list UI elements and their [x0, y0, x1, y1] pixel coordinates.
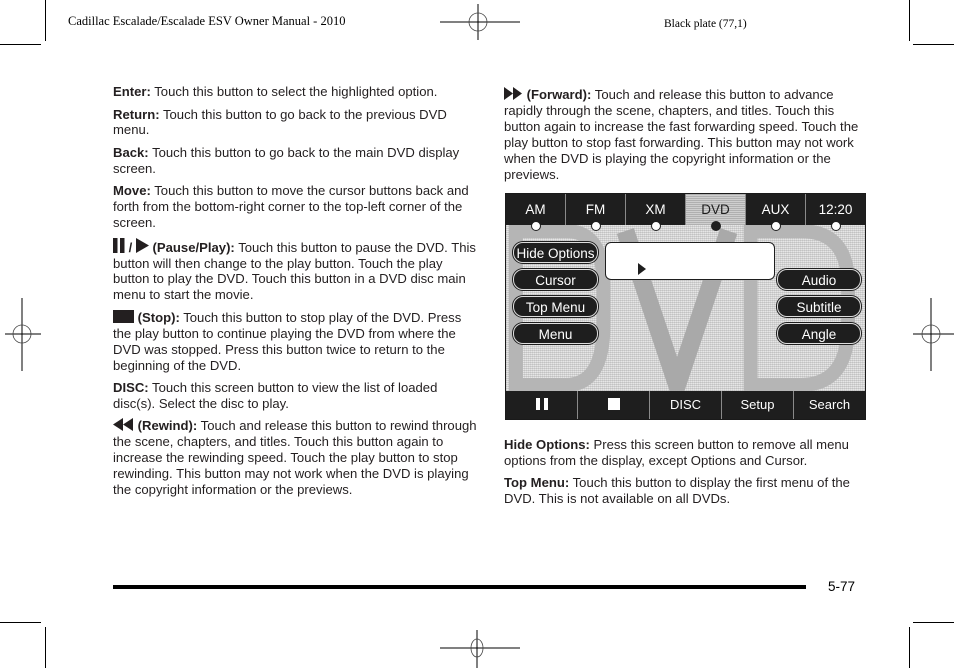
tab-xm[interactable]: XM [626, 194, 686, 231]
crop-mark-bl-h [0, 622, 41, 623]
indicator-dot-active [710, 221, 721, 231]
crop-mark-tl-v [45, 0, 46, 41]
entry-return: Return: Touch this button to go back to … [113, 107, 481, 139]
entry-disc: DISC: Touch this screen button to view t… [113, 380, 481, 412]
term: Back: [113, 144, 149, 160]
play-indicator-icon [638, 263, 646, 275]
tab-label: AUX [761, 202, 790, 217]
entry-back: Back: Touch this button to go back to th… [113, 145, 481, 177]
entry-hide-options: Hide Options: Press this screen button t… [504, 437, 869, 469]
entry-enter: Enter: Touch this button to select the h… [113, 84, 481, 100]
control-bar: DISC Setup Search [506, 391, 865, 419]
entry-stop: (Stop): Touch this button to stop play o… [113, 309, 481, 374]
subtitle-button[interactable]: Subtitle [777, 296, 861, 317]
entry-move: Move: Touch this button to move the curs… [113, 183, 481, 231]
tab-fm[interactable]: FM [566, 194, 626, 231]
term: Enter: [113, 84, 151, 99]
right-column: (Forward): Touch and release this button… [504, 87, 869, 189]
term: Hide Options: [504, 437, 590, 452]
left-column: Enter: Touch this button to select the h… [113, 84, 481, 505]
rewind-icon [113, 418, 133, 432]
playback-info-box [605, 242, 775, 280]
right-column-lower: Hide Options: Press this screen button t… [504, 437, 869, 514]
term: Return: [113, 106, 160, 122]
clock: 12:20 [806, 194, 865, 231]
stop-icon [607, 398, 620, 410]
entry-forward: (Forward): Touch and release this button… [504, 87, 869, 182]
crop-mark-tr-h [913, 44, 954, 45]
indicator-dot [830, 221, 841, 231]
term: (Pause/Play): [148, 239, 235, 255]
description: Touch this button to move the cursor but… [113, 183, 469, 231]
page-number: 5-77 [828, 579, 856, 594]
search-button[interactable]: Search [794, 391, 865, 419]
footer-rule [113, 585, 806, 589]
tab-label: XM [645, 202, 666, 217]
separator: / [125, 239, 136, 255]
crop-mark-tl-h [0, 44, 41, 45]
audio-button[interactable]: Audio [777, 269, 861, 290]
stop-icon [113, 309, 134, 323]
description: Touch this button to go back to the main… [113, 144, 460, 176]
crop-mark-br-h [913, 622, 954, 623]
registration-mark-bottom [440, 630, 520, 668]
entry-rewind: (Rewind): Touch and release this button … [113, 418, 481, 498]
stop-button[interactable] [578, 391, 650, 419]
term: (Stop): [134, 309, 180, 325]
indicator-dot [650, 221, 661, 231]
crop-mark-tr-v [909, 0, 910, 41]
cursor-button[interactable]: Cursor [513, 269, 598, 290]
forward-icon [504, 87, 522, 100]
plate-label: Black plate (77,1) [664, 18, 747, 30]
menu-button[interactable]: Menu [513, 323, 598, 344]
indicator-dot [530, 221, 541, 231]
crop-mark-br-v [909, 627, 910, 668]
description: Touch this screen button to view the lis… [113, 380, 438, 411]
pause-icon [113, 237, 125, 253]
indicator-dot [770, 221, 781, 231]
tab-aux[interactable]: AUX [746, 194, 806, 231]
indicator-dot [590, 221, 601, 231]
entry-top-menu: Top Menu: Touch this button to display t… [504, 475, 869, 507]
term: Move: [113, 183, 151, 199]
clock-label: 12:20 [818, 202, 853, 217]
setup-button[interactable]: Setup [722, 391, 794, 419]
description: Touch this button to select the highligh… [150, 84, 438, 99]
registration-mark-top [440, 4, 520, 40]
pause-button[interactable] [506, 391, 578, 419]
tab-label: AM [525, 202, 546, 217]
term: DISC: [113, 380, 149, 396]
top-menu-button[interactable]: Top Menu [513, 296, 598, 317]
term: Top Menu: [504, 475, 570, 491]
tab-am[interactable]: AM [506, 194, 566, 231]
tab-label: FM [585, 202, 606, 217]
registration-mark-left [5, 298, 41, 371]
term: (Forward): [523, 87, 592, 102]
pause-icon [535, 398, 548, 410]
angle-button[interactable]: Angle [777, 323, 861, 344]
term: (Rewind): [134, 418, 198, 434]
description: Touch this button to go back to the prev… [113, 106, 447, 138]
source-tab-bar: AM FM XM DVD AUX 12:20 [506, 194, 865, 231]
manual-title: Cadillac Escalade/Escalade ESV Owner Man… [68, 14, 346, 28]
play-icon [135, 237, 149, 253]
crop-mark-bl-v [45, 627, 46, 668]
tab-label: DVD [701, 202, 730, 217]
registration-mark-right [913, 298, 954, 371]
disc-button[interactable]: DISC [650, 391, 722, 419]
dvd-screen-illustration: AM FM XM DVD AUX 12:20 Hide Options Curs… [505, 193, 866, 420]
tab-dvd[interactable]: DVD [686, 194, 746, 231]
entry-pause-play: / (Pause/Play): Touch this button to pau… [113, 237, 481, 304]
hide-options-button[interactable]: Hide Options [513, 242, 598, 263]
